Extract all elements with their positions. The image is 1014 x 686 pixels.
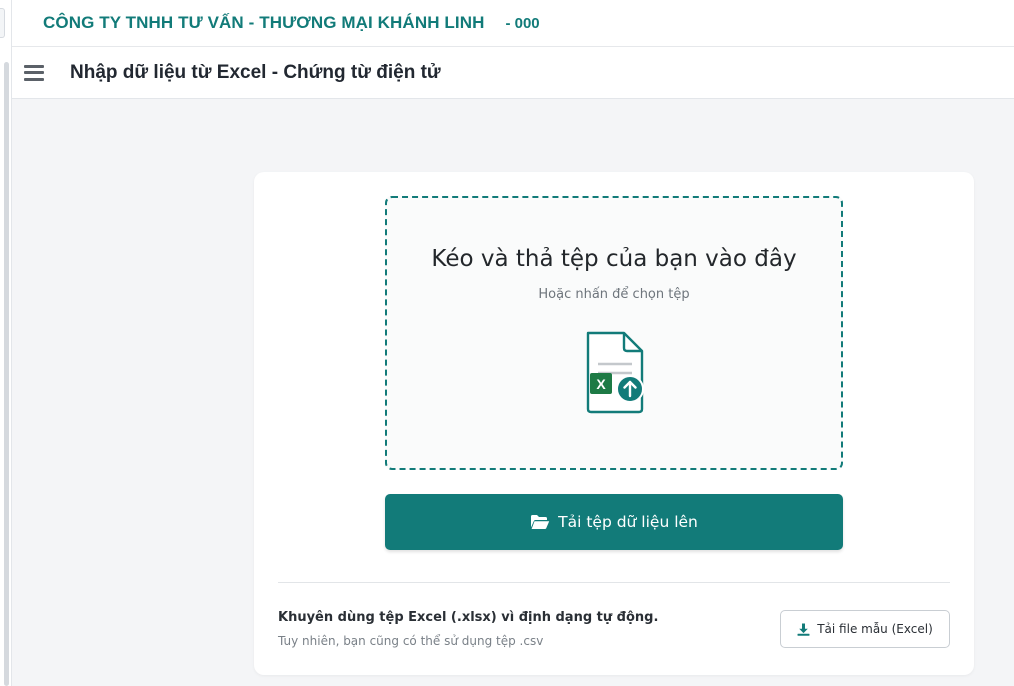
divider	[278, 582, 950, 583]
recommendation-text: Khuyên dùng tệp Excel (.xlsx) vì định dạ…	[278, 610, 659, 625]
upload-data-button[interactable]: Tải tệp dữ liệu lên	[385, 494, 843, 550]
top-header: CÔNG TY TNHH TƯ VẤN - THƯƠNG MẠI KHÁNH L…	[12, 0, 1014, 47]
left-rail	[0, 0, 12, 686]
excel-file-upload-icon: X	[586, 331, 644, 414]
download-icon	[797, 623, 810, 636]
file-dropzone[interactable]: Kéo và thả tệp của bạn vào đây Hoặc nhấn…	[385, 196, 843, 470]
company-name: CÔNG TY TNHH TƯ VẤN - THƯƠNG MẠI KHÁNH L…	[43, 13, 485, 32]
page-header: Nhập dữ liệu từ Excel - Chứng từ điện tử	[12, 47, 1014, 99]
svg-text:X: X	[596, 376, 606, 392]
csv-note-text: Tuy nhiên, bạn cũng có thể sử dụng tệp .…	[278, 634, 544, 648]
folder-open-icon	[531, 515, 550, 529]
hamburger-icon[interactable]	[24, 64, 44, 81]
dropzone-subtitle: Hoặc nhấn để chọn tệp	[538, 287, 690, 302]
download-template-button[interactable]: Tải file mẫu (Excel)	[780, 610, 950, 648]
upload-button-label: Tải tệp dữ liệu lên	[558, 513, 698, 531]
import-card: Kéo và thả tệp của bạn vào đây Hoặc nhấn…	[254, 172, 974, 675]
template-button-label: Tải file mẫu (Excel)	[817, 622, 933, 636]
page-title: Nhập dữ liệu từ Excel - Chứng từ điện tử	[70, 61, 441, 83]
sidebar-toggle-tab[interactable]	[0, 8, 5, 38]
company-code: - 000	[505, 14, 540, 32]
dropzone-title: Kéo và thả tệp của bạn vào đây	[431, 246, 797, 272]
scrollbar[interactable]	[4, 62, 9, 686]
